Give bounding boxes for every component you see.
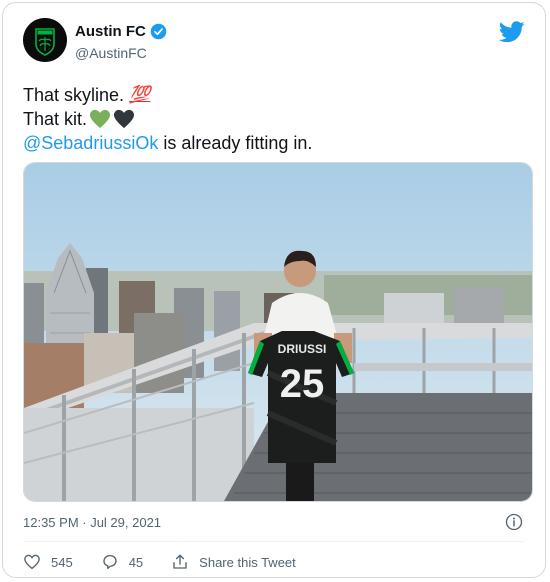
info-icon[interactable]: [505, 513, 523, 531]
hundred-points-emoji: 💯: [129, 85, 151, 104]
reply-bubble-icon: [103, 554, 117, 570]
avatar[interactable]: [23, 18, 67, 62]
reply-button[interactable]: 45: [101, 553, 143, 571]
share-button[interactable]: Share this Tweet: [171, 553, 296, 571]
share-icon: [173, 554, 187, 569]
austin-fc-crest-icon: [23, 18, 67, 62]
line3-text: is already fitting in.: [158, 133, 313, 153]
black-heart-emoji: [114, 109, 135, 129]
line2-text: That kit.: [23, 109, 88, 129]
display-name[interactable]: Austin FC: [75, 23, 146, 40]
tweet-card: Austin FC @AustinFC That skyline. 💯 That…: [2, 2, 546, 578]
twitter-bird-icon[interactable]: [499, 21, 525, 43]
skyline-photo: DRIUSSI 25: [24, 163, 532, 501]
tweet-text: That skyline. 💯 That kit. @SebadriussiOk…: [23, 83, 312, 155]
jersey-number: 25: [280, 362, 325, 406]
tweet-line-1: That skyline. 💯: [23, 83, 312, 107]
account-name-row[interactable]: Austin FC: [75, 23, 167, 40]
like-count: 545: [51, 554, 73, 570]
heart-icon: [24, 554, 40, 570]
like-button[interactable]: 545: [23, 553, 73, 571]
verified-badge-icon: [150, 23, 167, 40]
account-handle[interactable]: @AustinFC: [75, 45, 147, 61]
mention-link[interactable]: @SebadriussiOk: [23, 131, 158, 155]
tweet-timestamp[interactable]: 12:35 PM · Jul 29, 2021: [23, 515, 161, 530]
jersey-name: DRIUSSI: [278, 342, 327, 356]
reply-count: 45: [128, 554, 144, 570]
tweet-line-3: @SebadriussiOk is already fitting in.: [23, 131, 312, 155]
share-label: Share this Tweet: [199, 554, 296, 570]
line1-text: That skyline.: [23, 85, 125, 105]
tweet-line-2: That kit.: [23, 107, 312, 131]
tweet-actions: 545 45 Share this Tweet: [23, 553, 324, 571]
tweet-photo[interactable]: DRIUSSI 25: [23, 162, 533, 502]
divider: [23, 541, 525, 542]
green-heart-emoji: [90, 109, 111, 129]
